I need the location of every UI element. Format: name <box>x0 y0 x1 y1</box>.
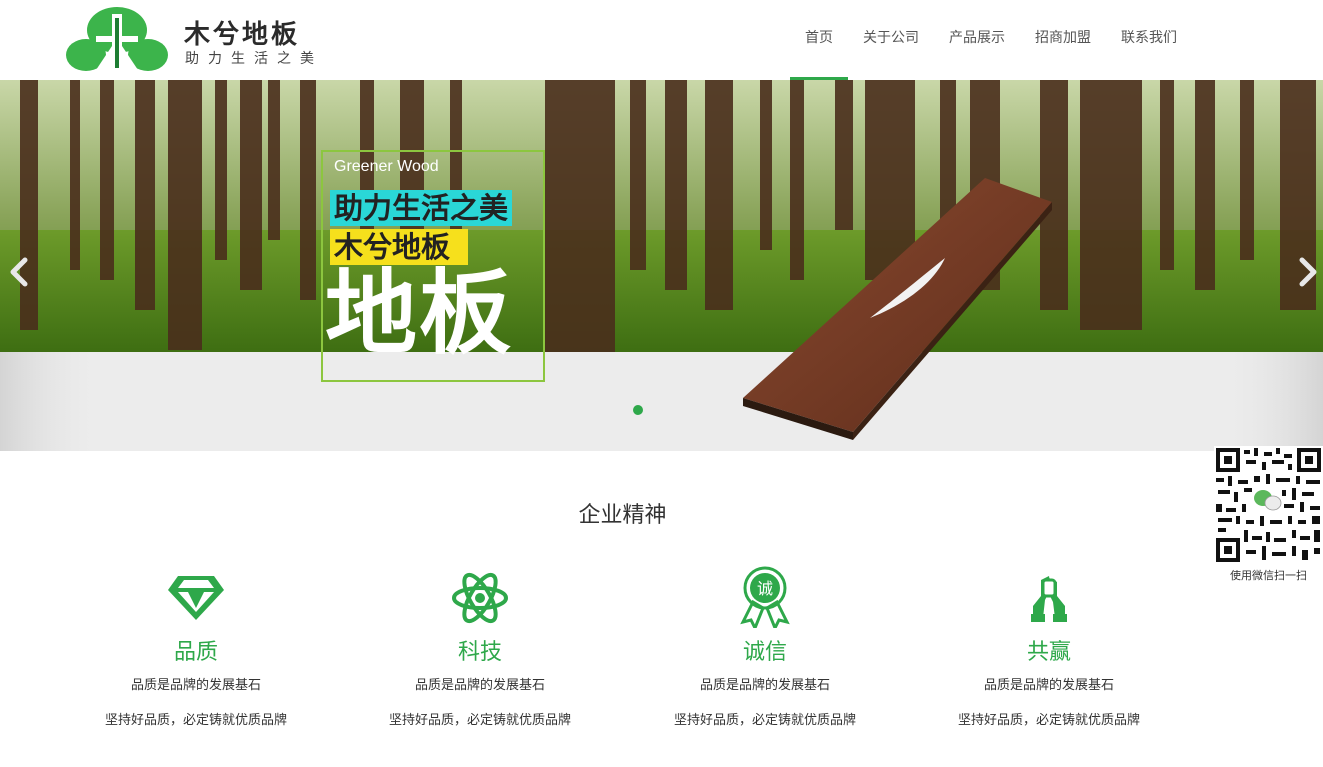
logo-tree-icon <box>66 7 168 72</box>
atom-icon <box>452 572 508 624</box>
feature-line1: 品质是品牌的发展基石 <box>414 678 545 693</box>
wechat-qr-widget[interactable]: 使用微信扫一扫 <box>1214 446 1323 586</box>
forest-background <box>0 80 1323 451</box>
feature-title: 诚信 <box>742 640 787 665</box>
feature-line2: 坚持好品质，必定铸就优质品牌 <box>388 713 571 728</box>
site-header: 木兮地板 助力生活之美 首页 关于公司 产品展示 招商加盟 联系我们 <box>0 0 1323 80</box>
award-badge-icon: 诚 <box>740 566 790 628</box>
svg-text:诚: 诚 <box>757 579 773 598</box>
feature-title: 科技 <box>457 640 502 665</box>
slide-indicators <box>633 405 643 415</box>
nav-products[interactable]: 产品展示 <box>934 0 1020 80</box>
main-nav: 首页 关于公司 产品展示 招商加盟 联系我们 <box>790 0 1192 80</box>
feature-title: 品质 <box>173 640 218 665</box>
banner-big-word: 地板 <box>325 260 514 367</box>
feature-title: 共赢 <box>1026 640 1071 665</box>
feature-line1: 品质是品牌的发展基石 <box>699 678 830 693</box>
nav-contact[interactable]: 联系我们 <box>1106 0 1192 80</box>
logo[interactable]: 木兮地板 助力生活之美 <box>66 6 316 74</box>
feature-line1: 品质是品牌的发展基石 <box>983 678 1114 693</box>
slide-dot-active[interactable] <box>633 405 643 415</box>
feature-line1: 品质是品牌的发展基石 <box>130 678 261 693</box>
nav-home[interactable]: 首页 <box>790 0 848 80</box>
prev-slide-button[interactable] <box>5 252 35 292</box>
banner-tagline: 助力生活之美 <box>330 190 513 226</box>
feature-line2: 坚持好品质，必定铸就优质品牌 <box>673 713 856 728</box>
qr-code-image <box>1214 446 1323 564</box>
feature-card-integrity: 诚 诚信 品质是品牌的发展基石 坚持好品质，必定铸就优质品牌 <box>635 566 895 730</box>
feature-card-win-win: 共赢 品质是品牌的发展基石 坚持好品质，必定铸就优质品牌 <box>919 566 1179 730</box>
nav-about[interactable]: 关于公司 <box>848 0 934 80</box>
chevron-left-icon <box>10 257 28 287</box>
feature-card-quality: 品质 品质是品牌的发展基石 坚持好品质，必定铸就优质品牌 <box>66 566 326 730</box>
feature-line2: 坚持好品质，必定铸就优质品牌 <box>957 713 1140 728</box>
section-title: 企业精神 <box>578 503 667 528</box>
diamond-icon <box>168 576 224 620</box>
handshake-icon <box>1031 576 1067 622</box>
qr-caption: 使用微信扫一扫 <box>1230 569 1307 582</box>
hero-banner <box>0 80 1323 451</box>
banner-eyebrow: Greener Wood <box>334 158 439 175</box>
brand-tagline: 助力生活之美 <box>185 51 323 67</box>
feature-line2: 坚持好品质，必定铸就优质品牌 <box>104 713 287 728</box>
brand-title: 木兮地板 <box>184 20 301 50</box>
feature-card-technology: 科技 品质是品牌的发展基石 坚持好品质，必定铸就优质品牌 <box>350 566 610 730</box>
next-slide-button[interactable] <box>1292 252 1322 292</box>
nav-franchise[interactable]: 招商加盟 <box>1020 0 1106 80</box>
chevron-right-icon <box>1299 257 1317 287</box>
